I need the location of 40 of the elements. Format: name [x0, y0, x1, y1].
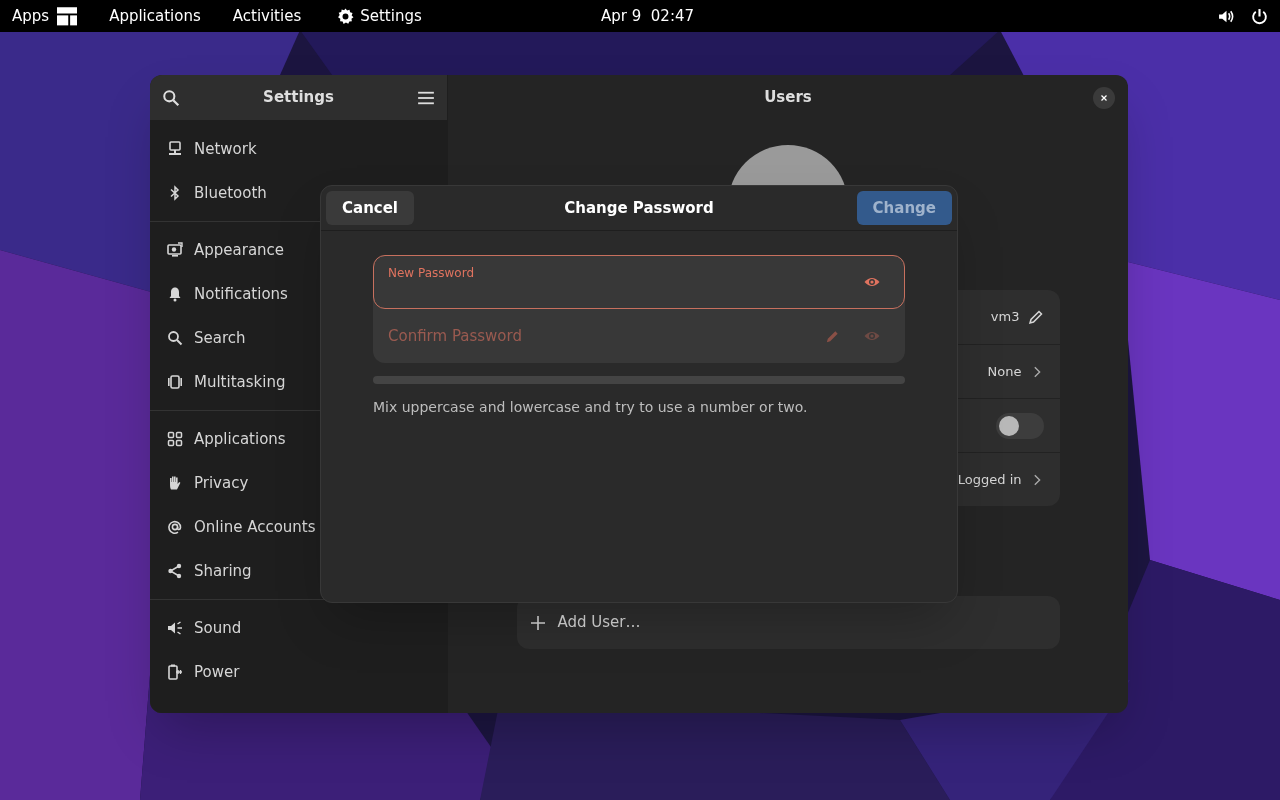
hand-icon — [167, 475, 183, 491]
speaker-icon — [167, 620, 183, 636]
share-icon — [167, 563, 183, 579]
sidebar-item[interactable]: Sound — [156, 606, 441, 650]
pencil-icon[interactable] — [1027, 309, 1044, 325]
cancel-button[interactable]: Cancel — [326, 191, 414, 225]
sidebar-title: Settings — [263, 87, 334, 109]
floating-label: New Password — [388, 265, 476, 282]
search-icon[interactable] — [162, 88, 180, 107]
sidebar-item[interactable]: Power — [156, 650, 441, 694]
grid-icon — [167, 431, 183, 447]
battery-plug-icon — [167, 664, 183, 680]
window-title: Users — [764, 87, 812, 109]
clock[interactable]: Apr 9 02:47 — [597, 0, 699, 32]
close-icon — [1099, 93, 1109, 103]
hint-text: Mix uppercase and lowercase and try to use a number or two. — [373, 398, 809, 417]
dialog-title: Change Password — [564, 197, 714, 219]
panel-layout-icon — [57, 6, 78, 26]
sidebar-item[interactable]: Network — [156, 127, 441, 171]
at-sign-icon — [167, 519, 183, 535]
multitasking-icon — [167, 374, 183, 390]
apps-button[interactable]: Apps — [0, 0, 90, 32]
gear-icon — [337, 7, 355, 25]
computer-icon — [167, 141, 183, 157]
password-field[interactable]: New Password — [373, 255, 905, 309]
monitor-icon — [167, 242, 183, 258]
search-icon — [167, 330, 183, 346]
plus-icon — [529, 614, 546, 631]
toggle-switch[interactable] — [995, 412, 1044, 439]
row-value: Logged in — [957, 470, 1022, 489]
password-field[interactable]: Confirm Password — [373, 309, 905, 363]
password-input[interactable]: Confirm Password — [388, 324, 801, 348]
close-button[interactable] — [1093, 87, 1115, 109]
top-bar-menu[interactable]: Activities — [220, 0, 314, 32]
top-bar-menu[interactable]: Applications — [97, 0, 213, 32]
bell-icon — [167, 286, 183, 302]
app-menu[interactable]: Settings — [325, 0, 434, 32]
row-value: None — [987, 362, 1022, 381]
username-value: vm3 — [990, 308, 1020, 327]
power-icon[interactable] — [1251, 7, 1268, 25]
